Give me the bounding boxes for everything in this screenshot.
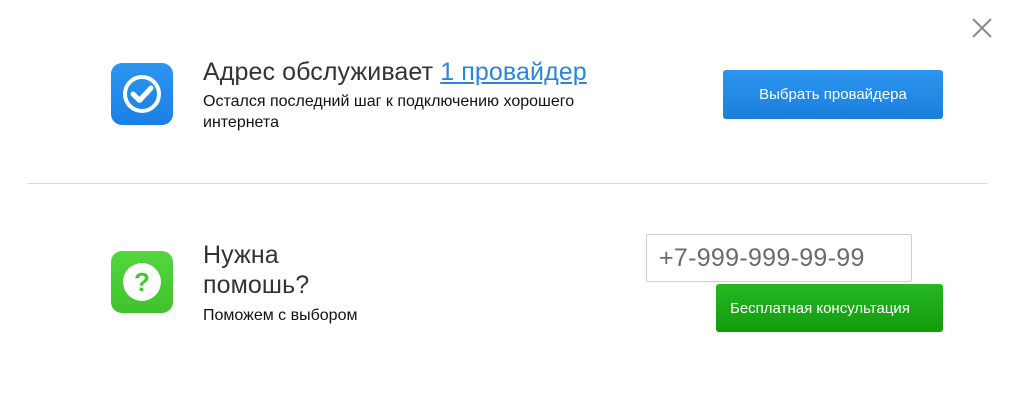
phone-input[interactable]: [646, 234, 912, 282]
question-icon: ?: [111, 251, 173, 313]
svg-text:?: ?: [134, 267, 150, 297]
provider-found-section: Адрес обслуживает 1 провайдер Остался по…: [0, 0, 1010, 183]
divider: [27, 183, 988, 184]
help-subtitle: Поможем с выбором: [203, 307, 358, 324]
free-consultation-button[interactable]: Бесплатная консультация: [716, 284, 943, 332]
choose-provider-button[interactable]: Выбрать провайдера: [723, 70, 943, 119]
provider-count-link[interactable]: 1 провайдер: [440, 58, 587, 86]
help-title: Нужна помошь?: [203, 241, 310, 299]
provider-subtitle: Остался последний шаг к подключению хоро…: [203, 93, 575, 131]
title-prefix: Адрес обслуживает: [203, 58, 434, 86]
provider-count-title: Адрес обслуживает 1 провайдер: [203, 57, 587, 87]
help-section: ? Нужна помошь? Поможем с выбором Беспла…: [0, 185, 1010, 413]
checkmark-icon: [111, 63, 173, 125]
